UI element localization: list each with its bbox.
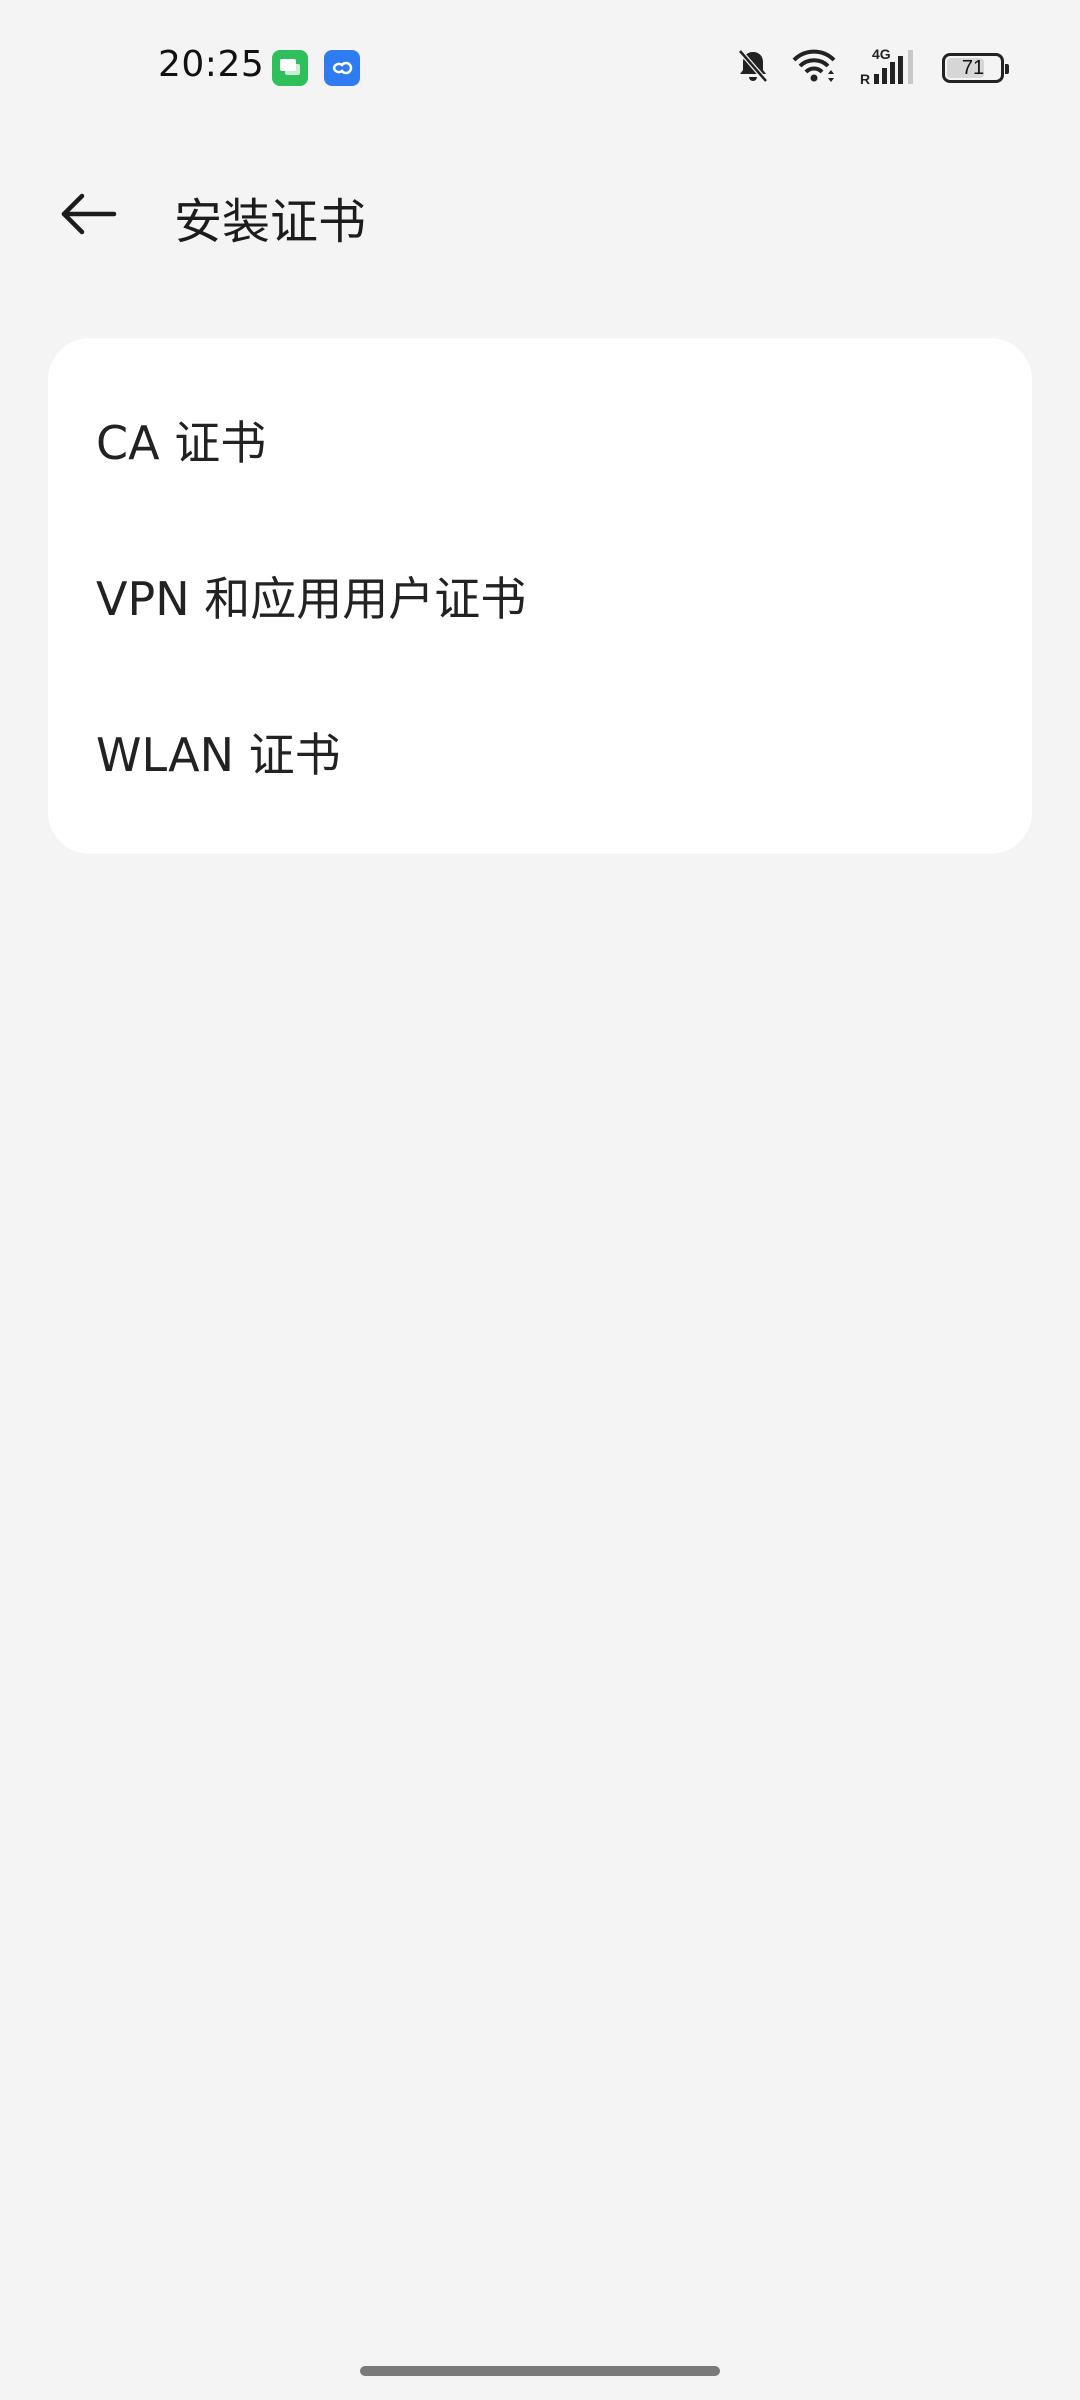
battery-icon: 71 [942,53,1009,83]
status-bar: 20:25 4G R 71 [0,0,1080,136]
list-item-label: CA 证书 [96,416,267,470]
messages-app-icon [272,50,308,86]
network-type-label: 4G [872,46,891,62]
status-icons: 4G R 71 [736,46,1009,90]
certificate-options-card: CA 证书 VPN 和应用用户证书 WLAN 证书 [48,338,1032,854]
cloud-app-icon [324,50,360,86]
back-button[interactable] [52,178,124,250]
cellular-4g-icon: 4G R [858,46,920,90]
arrow-left-icon [61,193,117,235]
list-item-label: WLAN 证书 [96,728,341,782]
status-time: 20:25 [158,44,265,85]
battery-level: 71 [961,56,985,79]
wifi-icon [792,48,836,88]
roaming-label: R [860,71,870,86]
page-title: 安装证书 [174,194,367,250]
list-item-label: VPN 和应用用户证书 [96,572,527,626]
list-item-wlan-certificate[interactable]: WLAN 证书 [48,674,1032,830]
battery-tip [1005,64,1009,74]
bell-muted-icon [736,48,770,88]
app-header: 安装证书 [0,160,1080,264]
gesture-navigation-bar[interactable] [360,2366,720,2376]
list-item-vpn-app-user-certificate[interactable]: VPN 和应用用户证书 [48,518,1032,674]
list-item-ca-certificate[interactable]: CA 证书 [48,362,1032,518]
